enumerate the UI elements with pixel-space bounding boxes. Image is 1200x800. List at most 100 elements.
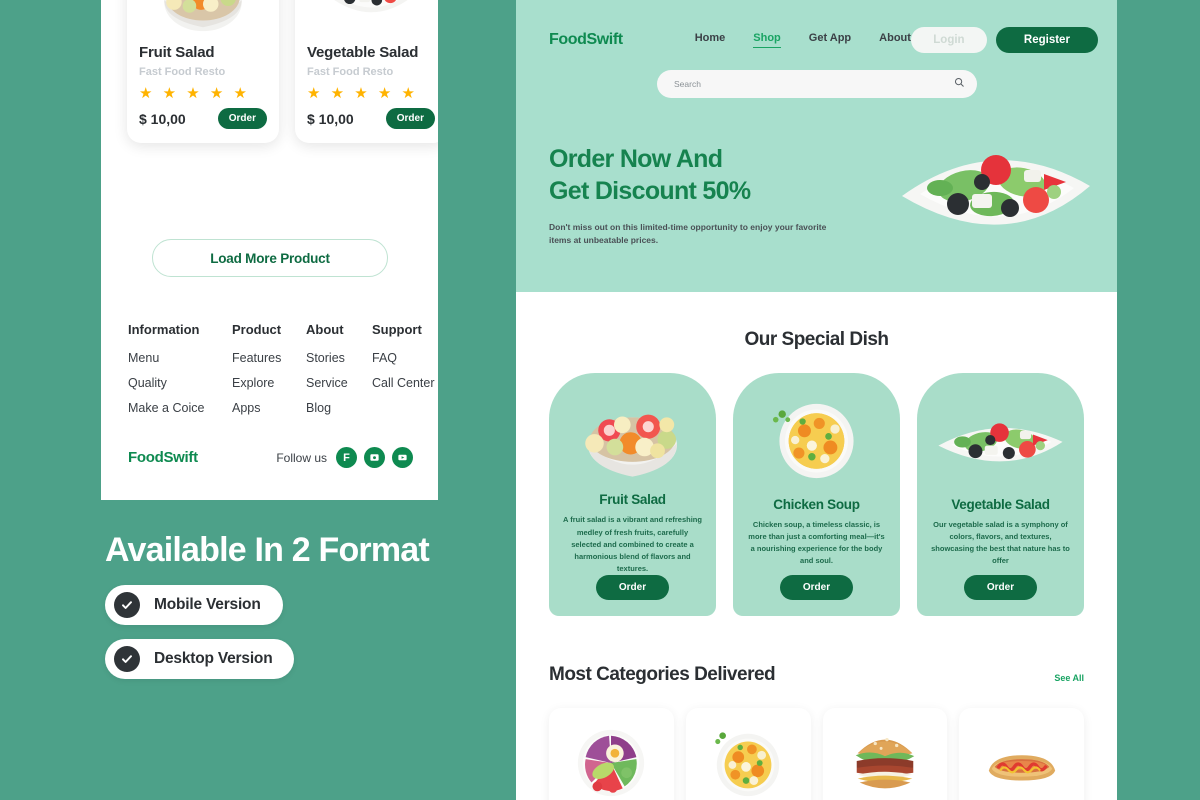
footer-column-information: Information Menu Quality Make a Coice: [128, 322, 216, 426]
section-heading: Available In 2 Format: [105, 531, 430, 569]
order-button[interactable]: Order: [385, 108, 435, 129]
dish-card-title: Fruit Salad: [599, 492, 666, 508]
rating-stars: ★ ★ ★ ★ ★: [139, 85, 250, 102]
dish-card-description: Chicken soup, a timeless classic, is mor…: [748, 520, 885, 566]
order-button[interactable]: Order: [779, 575, 854, 600]
footer-link[interactable]: Service: [306, 376, 356, 390]
fruit-salad-bowl-image: [139, 0, 267, 36]
auth-buttons: Login Register: [910, 27, 1098, 53]
list-item-price-row: $ 10,00 Order: [139, 108, 267, 129]
top-navbar: FoodSwift Home Shop Get App About Login …: [516, 0, 1117, 53]
vegetable-salad-plate-image: [307, 0, 435, 36]
nav-item-shop[interactable]: Shop: [753, 32, 781, 48]
dish-card-description: Our vegetable salad is a symphony of col…: [931, 520, 1070, 566]
list-item-price-row: $ 10,00 Order: [307, 108, 435, 129]
footer-link[interactable]: Quality: [128, 376, 216, 390]
mixed-salad-plate-image: [572, 724, 650, 800]
format-option-label: Mobile Version: [154, 596, 261, 614]
order-button[interactable]: Order: [595, 575, 670, 601]
see-all-link[interactable]: See All: [1054, 673, 1084, 686]
instagram-icon[interactable]: [364, 447, 385, 468]
dish-card-description: A fruit salad is a vibrant and refreshin…: [563, 515, 702, 573]
list-item-title: Fruit Salad: [139, 44, 215, 61]
footer-column-heading: About: [306, 322, 344, 337]
list-item-restaurant: Fast Food Resto: [139, 66, 226, 78]
mobile-mockup-panel: Fruit Salad Fast Food Resto ★ ★ ★ ★ ★ $ …: [101, 0, 438, 500]
youtube-icon[interactable]: [392, 447, 413, 468]
hero-title-line-1: Order Now And: [549, 145, 723, 173]
footer-bottom-bar: FoodSwift Follow us F: [128, 447, 413, 468]
check-circle-icon: [114, 592, 140, 619]
hot-dog-image: [983, 724, 1061, 800]
fruit-salad-bowl-image: [563, 397, 702, 480]
category-card-chicken-soup[interactable]: [685, 708, 811, 800]
hero-title-line-2: Get Discount 50%: [549, 177, 751, 205]
footer-column-heading: Product: [232, 322, 282, 337]
chicken-soup-bowl-image: [709, 724, 787, 800]
login-button[interactable]: Login: [910, 27, 987, 53]
footer-link[interactable]: Apps: [232, 401, 290, 415]
register-button[interactable]: Register: [995, 27, 1098, 53]
vegetable-salad-plate-image: [931, 397, 1070, 485]
search-input[interactable]: [674, 79, 954, 89]
dish-card-title: Chicken Soup: [773, 497, 860, 512]
nav-links: Home Shop Get App About: [695, 32, 911, 48]
page-title: Our Special Dish: [744, 329, 889, 350]
list-item-title: Vegetable Salad: [307, 44, 419, 61]
footer-link[interactable]: FAQ: [372, 351, 435, 365]
category-card-hot-dog[interactable]: [959, 708, 1084, 800]
footer-link[interactable]: Blog: [306, 401, 356, 415]
special-dish-section: Our Special Dish Fruit Salad A fruit sal…: [516, 292, 1117, 616]
list-item[interactable]: Vegetable Salad Fast Food Resto ★ ★ ★ ★ …: [295, 0, 438, 143]
chicken-soup-bowl-image: [747, 397, 886, 485]
hero-subtitle: Don't miss out on this limited-time oppo…: [549, 222, 827, 246]
hero-section: FoodSwift Home Shop Get App About Login …: [516, 0, 1117, 292]
hero-copy: Order Now And Get Discount 50% Don't mis…: [549, 143, 849, 247]
list-item-price: $ 10,00: [139, 110, 186, 127]
category-card-burger[interactable]: [822, 708, 948, 800]
footer-link[interactable]: Features: [232, 351, 290, 365]
special-dish-cards: Fruit Salad A fruit salad is a vibrant a…: [516, 351, 1117, 616]
format-option-mobile[interactable]: Mobile Version: [105, 585, 283, 626]
desktop-mockup-panel: FoodSwift Home Shop Get App About Login …: [516, 0, 1117, 800]
footer-link-columns: Information Menu Quality Make a Coice Pr…: [128, 322, 438, 426]
footer-link[interactable]: Stories: [306, 351, 356, 365]
list-item-restaurant: Fast Food Resto: [307, 66, 394, 78]
page-title: Most Categories Delivered: [549, 664, 776, 685]
footer-link[interactable]: Call Center: [372, 376, 435, 390]
check-circle-icon: [114, 646, 140, 673]
footer-link[interactable]: Make a Coice: [128, 401, 216, 415]
footer-column-about: About Stories Service Blog: [306, 322, 356, 426]
social-links: Follow us F: [276, 447, 413, 468]
rating-stars: ★ ★ ★ ★ ★: [307, 85, 418, 102]
dish-card-chicken-soup[interactable]: Chicken Soup Chicken soup, a timeless cl…: [733, 373, 900, 616]
nav-item-home[interactable]: Home: [695, 32, 726, 48]
footer-link[interactable]: Menu: [128, 351, 216, 365]
load-more-product-button[interactable]: Load More Product: [152, 239, 388, 277]
search-icon[interactable]: [954, 75, 965, 93]
footer-brand: FoodSwift: [128, 449, 198, 466]
nav-item-get-app[interactable]: Get App: [809, 32, 851, 48]
brand-logo[interactable]: FoodSwift: [549, 31, 623, 49]
footer-link[interactable]: Explore: [232, 376, 290, 390]
search-bar[interactable]: [657, 70, 977, 98]
dish-card-fruit-salad[interactable]: Fruit Salad A fruit salad is a vibrant a…: [549, 373, 716, 616]
dish-card-vegetable-salad[interactable]: Vegetable Salad Our vegetable salad is a…: [917, 373, 1084, 616]
format-option-label: Desktop Version: [154, 650, 273, 668]
mobile-product-list: Fruit Salad Fast Food Resto ★ ★ ★ ★ ★ $ …: [127, 0, 438, 143]
order-button[interactable]: Order: [217, 108, 267, 129]
nav-item-about[interactable]: About: [879, 32, 911, 48]
order-button[interactable]: Order: [963, 575, 1038, 600]
category-card-mixed-salad[interactable]: [549, 708, 674, 800]
burger-image: [846, 724, 924, 800]
format-option-desktop[interactable]: Desktop Version: [105, 639, 295, 680]
categories-header: Most Categories Delivered See All: [516, 616, 1117, 686]
available-formats-section: Available In 2 Format Mobile Version Des…: [105, 530, 435, 680]
footer-column-heading: Support: [372, 322, 422, 337]
footer-column-heading: Information: [128, 322, 200, 337]
dish-card-title: Vegetable Salad: [951, 497, 1050, 512]
list-item-price: $ 10,00: [307, 110, 354, 127]
list-item[interactable]: Fruit Salad Fast Food Resto ★ ★ ★ ★ ★ $ …: [127, 0, 279, 143]
facebook-icon[interactable]: F: [336, 447, 357, 468]
hero-vegetable-salad-image: [894, 108, 1099, 268]
